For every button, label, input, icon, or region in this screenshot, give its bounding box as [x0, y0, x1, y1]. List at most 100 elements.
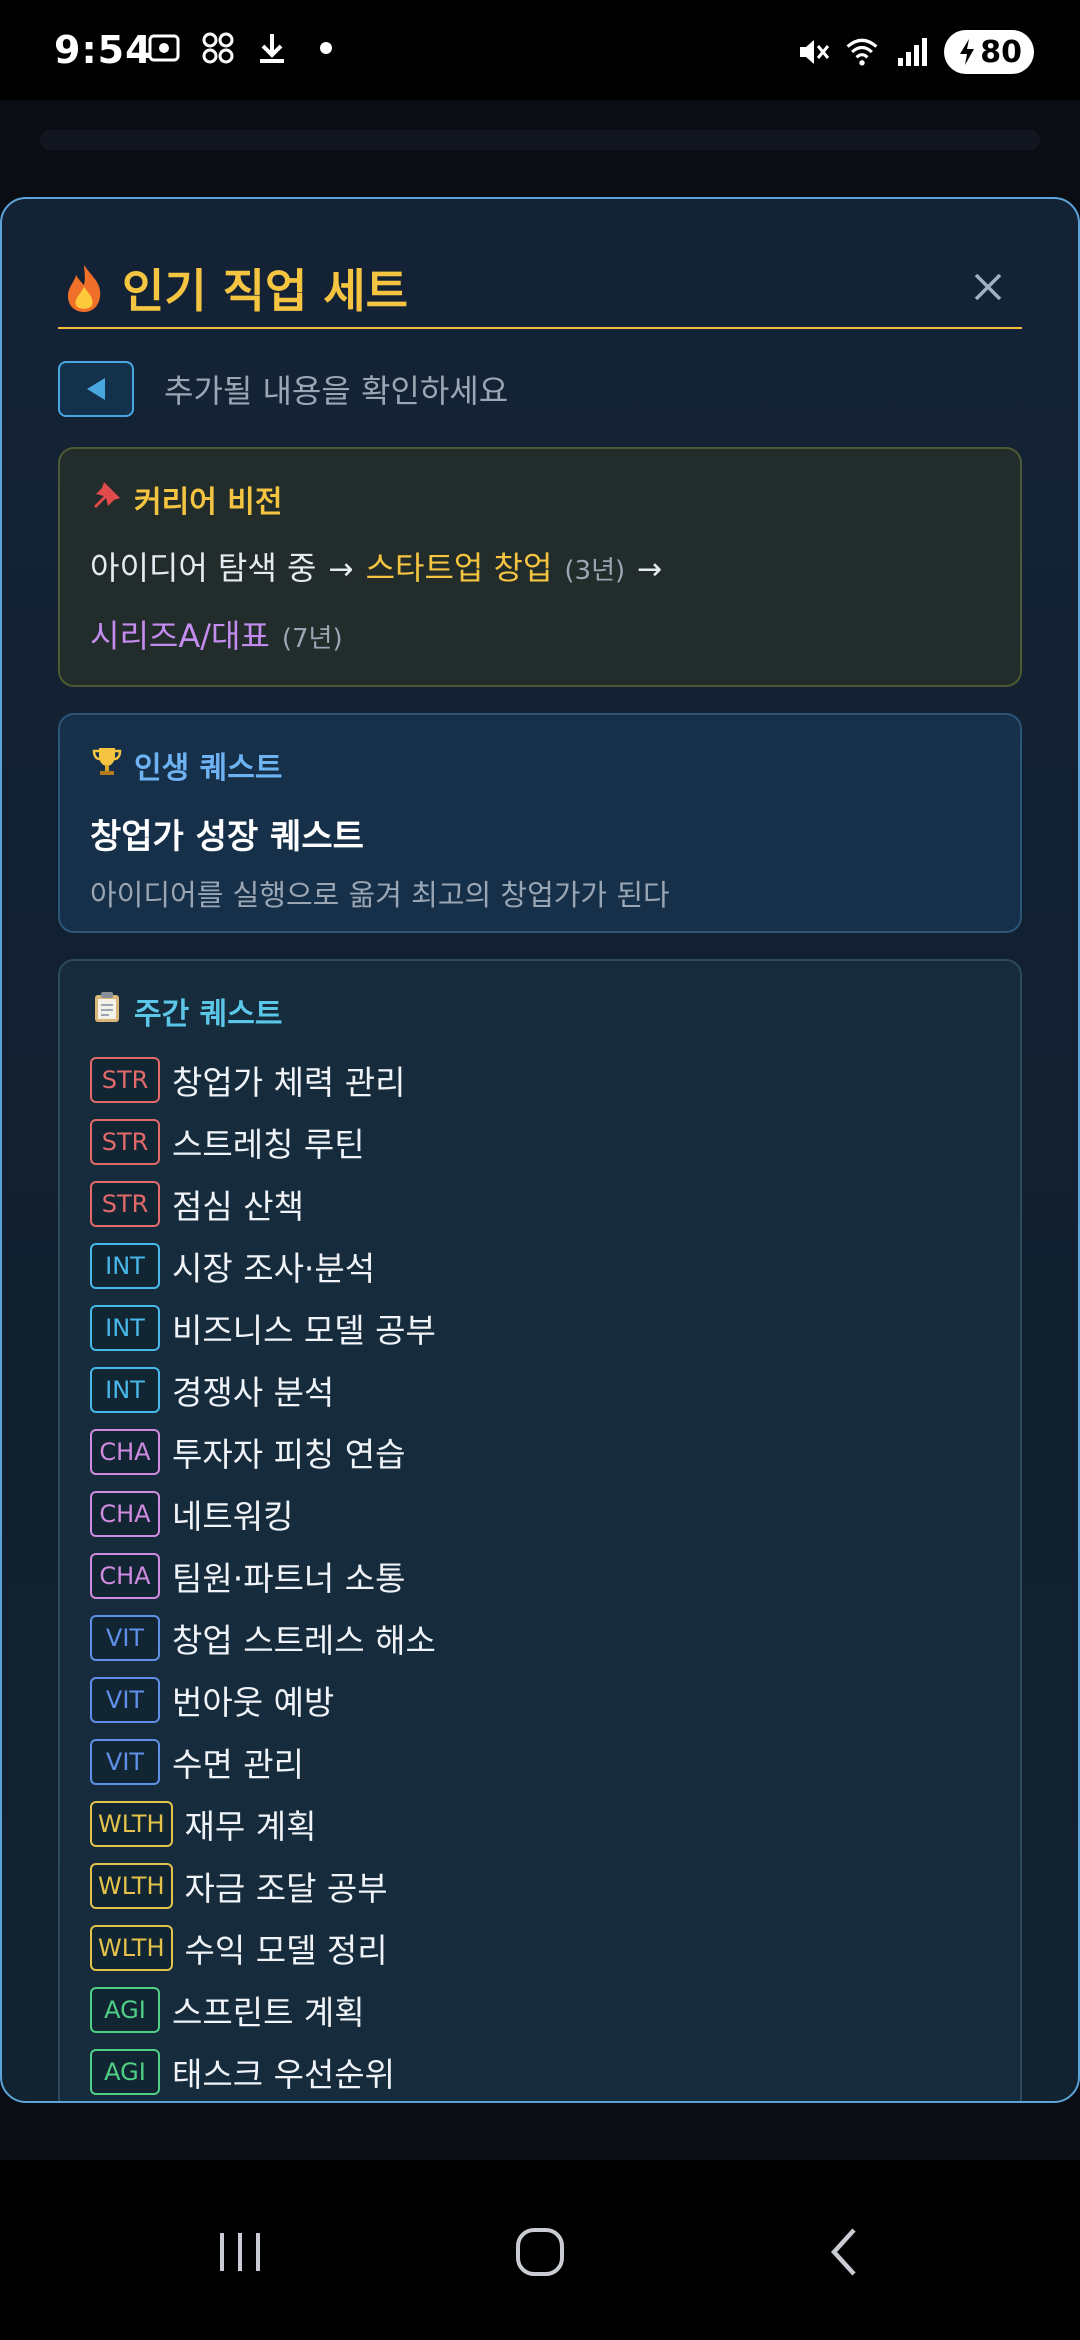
weekly-quest-text: 시장 조사·분석 — [172, 1249, 376, 1288]
vision-step-2: 스타트업 창업 — [365, 549, 553, 587]
weekly-quest-text: 자금 조달 공부 — [184, 1869, 388, 1908]
screenshot-icon — [146, 30, 182, 66]
stat-tag-str: STR — [90, 1181, 160, 1227]
career-vision-title: 커리어 비전 — [90, 477, 990, 521]
stat-tag-vit: VIT — [90, 1677, 160, 1723]
status-time: 9:54 — [54, 28, 153, 72]
stat-tag-int: INT — [90, 1367, 160, 1413]
popular-job-set-modal: 인기 직업 세트 추가될 내용을 확인하세요 커리어 비전 아이디어 탐색 중 … — [0, 197, 1080, 2103]
recents-icon — [220, 2233, 260, 2271]
weekly-quest-text: 수면 관리 — [172, 1745, 304, 1784]
stat-tag-cha: CHA — [90, 1429, 160, 1475]
back-button[interactable] — [58, 361, 134, 417]
weekly-quest-item: WLTH 재무 계획 — [90, 1793, 990, 1855]
vision-step-current: 아이디어 탐색 중 — [90, 549, 317, 587]
modal-header: 인기 직업 세트 — [58, 229, 1022, 329]
weekly-quest-text: 창업가 체력 관리 — [172, 1063, 406, 1102]
signal-icon — [894, 34, 930, 70]
wifi-icon — [844, 34, 880, 70]
weekly-quest-item: VIT 번아웃 예방 — [90, 1669, 990, 1731]
battery-level: 80 — [980, 34, 1022, 70]
stat-tag-agi: AGI — [90, 2049, 160, 2095]
back-nav-button[interactable] — [805, 2212, 885, 2292]
vision-path-line-1: 아이디어 탐색 중 → 스타트업 창업 (3년) → — [90, 543, 990, 589]
weekly-quest-item: WLTH 자금 조달 공부 — [90, 1855, 990, 1917]
weekly-quest-card: 주간 퀘스트 STR 창업가 체력 관리 STR 스트레칭 루틴 STR 점심 산책 INT… — [58, 959, 1022, 2101]
weekly-quest-item: AGI 태스크 우선순위 — [90, 2041, 990, 2101]
vision-path-line-2: 시리즈A/대표 (7년) — [90, 611, 990, 657]
vision-step-2-years: (3년) — [564, 556, 626, 586]
close-icon — [974, 273, 1002, 301]
dot-icon — [308, 30, 344, 66]
weekly-quest-text: 점심 산책 — [172, 1187, 304, 1226]
weekly-quest-item: VIT 창업 스트레스 해소 — [90, 1607, 990, 1669]
weekly-quest-text: 재무 계획 — [184, 1807, 317, 1846]
modal-title: 인기 직업 세트 — [64, 255, 408, 321]
weekly-quest-text: 투자자 피칭 연습 — [172, 1435, 406, 1474]
weekly-quest-text: 팀원·파트너 소통 — [172, 1559, 406, 1598]
arrow-right-icon: → — [328, 552, 354, 587]
stat-tag-vit: VIT — [90, 1615, 160, 1661]
mute-icon — [794, 34, 830, 70]
weekly-quest-text: 수익 모델 정리 — [184, 1931, 388, 1970]
system-nav-bar — [0, 2160, 1080, 2340]
stat-tag-cha: CHA — [90, 1553, 160, 1599]
life-quest-name: 창업가 성장 퀘스트 — [90, 817, 364, 857]
weekly-quest-title: 주간 퀘스트 — [90, 989, 990, 1033]
stat-tag-wlth: WLTH — [90, 1801, 173, 1847]
weekly-quest-item: INT 시장 조사·분석 — [90, 1235, 990, 1297]
weekly-quest-item: CHA 팀원·파트너 소통 — [90, 1545, 990, 1607]
app-icon — [200, 30, 236, 66]
weekly-quest-text: 번아웃 예방 — [172, 1683, 335, 1722]
home-icon — [516, 2228, 564, 2276]
vision-step-3-years: (7년) — [281, 624, 343, 654]
back-row: 추가될 내용을 확인하세요 — [58, 361, 508, 417]
weekly-quest-text: 태스크 우선순위 — [172, 2055, 396, 2094]
weekly-quest-item: INT 경쟁사 분석 — [90, 1359, 990, 1421]
stat-tag-int: INT — [90, 1305, 160, 1351]
life-quest-card: 인생 퀘스트 창업가 성장 퀘스트 아이디어를 실행으로 옮겨 최고의 창업가가… — [58, 713, 1022, 933]
stat-tag-wlth: WLTH — [90, 1925, 173, 1971]
pin-icon — [90, 478, 124, 520]
back-hint-text: 추가될 내용을 확인하세요 — [164, 372, 509, 410]
trophy-icon — [90, 744, 124, 786]
weekly-quest-text: 네트워킹 — [172, 1497, 294, 1536]
close-button[interactable] — [968, 267, 1008, 307]
weekly-quest-item: WLTH 수익 모델 정리 — [90, 1917, 990, 1979]
modal-title-text: 인기 직업 세트 — [122, 264, 408, 318]
clipboard-icon — [90, 990, 124, 1032]
stat-tag-agi: AGI — [90, 1987, 160, 2033]
status-bar: 9:54 80 — [0, 0, 1080, 100]
weekly-quest-item: CHA 네트워킹 — [90, 1483, 990, 1545]
weekly-quest-text: 스프린트 계획 — [172, 1993, 365, 2032]
home-button[interactable] — [500, 2212, 580, 2292]
battery-icon: 80 — [944, 30, 1034, 74]
weekly-quest-item: STR 스트레칭 루틴 — [90, 1111, 990, 1173]
recents-button[interactable] — [200, 2212, 280, 2292]
triangle-left-icon — [87, 378, 105, 400]
weekly-quest-text: 경쟁사 분석 — [172, 1373, 335, 1412]
weekly-quest-text: 비즈니스 모델 공부 — [172, 1311, 436, 1350]
stat-tag-vit: VIT — [90, 1739, 160, 1785]
vision-step-3: 시리즈A/대표 — [90, 617, 270, 655]
weekly-quest-text: 창업 스트레스 해소 — [172, 1621, 436, 1660]
stat-tag-str: STR — [90, 1057, 160, 1103]
back-icon — [830, 2228, 856, 2276]
stat-tag-str: STR — [90, 1119, 160, 1165]
weekly-quest-item: STR 창업가 체력 관리 — [90, 1049, 990, 1111]
fire-icon — [64, 263, 104, 313]
life-quest-title: 인생 퀘스트 — [90, 743, 990, 787]
weekly-quest-item: AGI 스프린트 계획 — [90, 1979, 990, 2041]
career-vision-card: 커리어 비전 아이디어 탐색 중 → 스타트업 창업 (3년) → 시리즈A/대… — [58, 447, 1022, 687]
weekly-quest-list: STR 창업가 체력 관리 STR 스트레칭 루틴 STR 점심 산책 INT 시장 조사·분… — [90, 1049, 990, 2101]
stat-tag-int: INT — [90, 1243, 160, 1289]
download-icon — [254, 30, 290, 66]
weekly-quest-item: CHA 투자자 피칭 연습 — [90, 1421, 990, 1483]
weekly-quest-item: STR 점심 산책 — [90, 1173, 990, 1235]
stat-tag-cha: CHA — [90, 1491, 160, 1537]
stat-tag-wlth: WLTH — [90, 1863, 173, 1909]
weekly-quest-item: INT 비즈니스 모델 공부 — [90, 1297, 990, 1359]
arrow-right-icon: → — [637, 552, 663, 587]
life-quest-description: 아이디어를 실행으로 옮겨 최고의 창업가가 된다 — [90, 878, 670, 912]
weekly-quest-text: 스트레칭 루틴 — [172, 1125, 365, 1164]
